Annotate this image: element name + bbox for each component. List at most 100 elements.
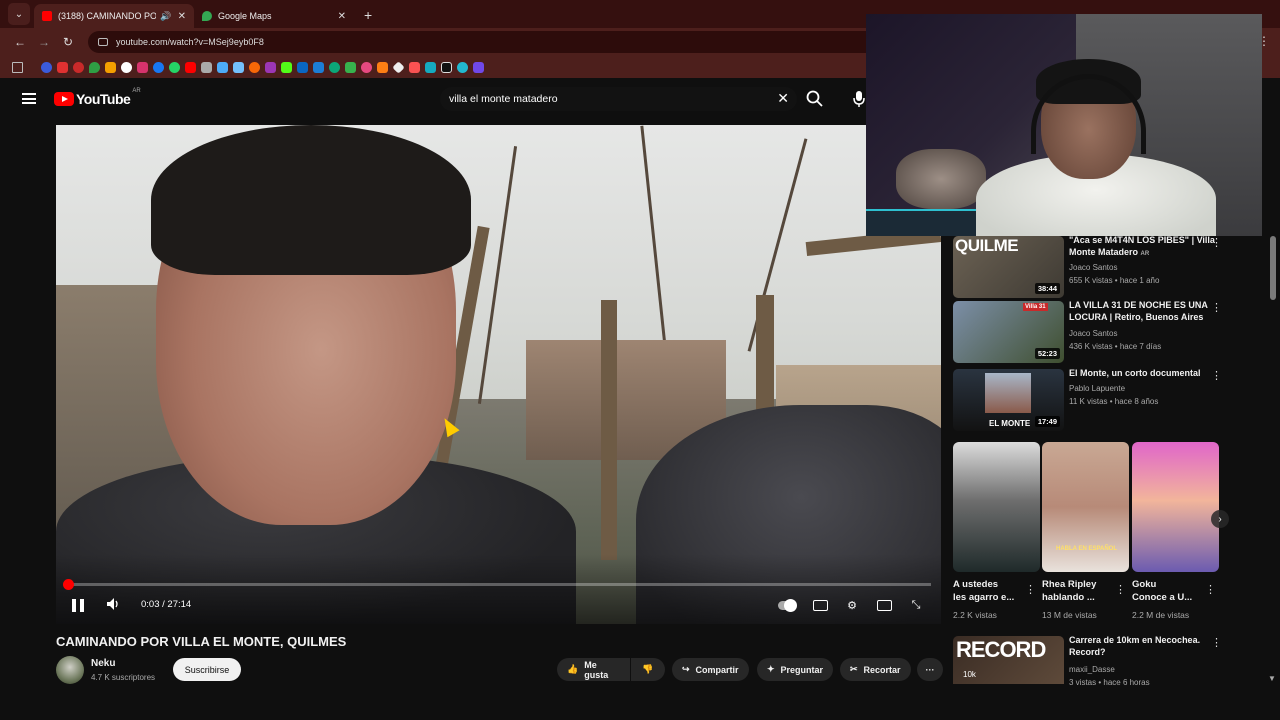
video-thumbnail[interactable]: EL MONTE 17:49 (953, 369, 1064, 431)
site-info-icon[interactable] (98, 38, 108, 46)
tab-youtube[interactable]: (3188) CAMINANDO POR V 🔊 ✕ (34, 4, 194, 28)
apps-grid-icon[interactable] (12, 61, 23, 73)
bookmark-icon[interactable] (392, 60, 405, 74)
thumbnail-text: RECORD (956, 637, 1046, 662)
video-player[interactable]: 0:03 / 27:14 ⚙ ⤡ (56, 125, 941, 624)
bookmark-icon[interactable] (217, 61, 228, 73)
more-vert-icon[interactable]: ⋮ (1025, 583, 1036, 596)
reload-icon[interactable]: ↻ (56, 35, 80, 49)
youtube-logo[interactable]: YouTube AR (54, 88, 141, 107)
progress-bar[interactable] (62, 579, 931, 590)
more-actions-button[interactable]: ··· (917, 658, 943, 681)
ask-button[interactable]: ✦ Preguntar (757, 658, 834, 681)
channel-name[interactable]: Joaco Santos (1069, 329, 1117, 338)
bookmark-icon[interactable] (57, 61, 68, 73)
video-thumbnail[interactable]: QUILME 38:44 (953, 236, 1064, 298)
video-thumbnail[interactable]: RECORD 10k (953, 636, 1064, 684)
channel-name[interactable]: maxii_Dasse (1069, 665, 1115, 674)
scrubber-handle[interactable] (62, 579, 74, 590)
twitch-icon[interactable] (265, 61, 276, 73)
back-icon[interactable]: ← (8, 35, 32, 49)
forward-icon[interactable]: → (32, 35, 56, 49)
bookmark-icon[interactable] (425, 61, 436, 73)
scrollbar-thumb[interactable] (1270, 236, 1276, 300)
subscriber-count: 4.7 K suscriptores (91, 673, 156, 682)
thumbs-up-icon: 👍 (567, 664, 579, 674)
bookmark-icon[interactable] (377, 61, 388, 73)
video-thumbnail[interactable]: Villa 31 52:23 (953, 301, 1064, 363)
channel-name[interactable]: Neku (91, 658, 115, 669)
bookmark-icon[interactable] (457, 61, 468, 73)
settings-gear-icon[interactable]: ⚙ (843, 597, 861, 613)
bookmark-icon[interactable] (233, 61, 244, 73)
short-caption: HABLA EN ESPAÑOL (1056, 546, 1118, 552)
like-label: Me gusta (584, 659, 609, 680)
tab-google-maps[interactable]: Google Maps ✕ (194, 4, 354, 28)
bookmark-icon[interactable] (329, 61, 340, 73)
bookmark-icon[interactable] (121, 61, 132, 73)
bookmark-icon[interactable] (201, 61, 212, 73)
more-vert-icon[interactable]: ⋮ (1211, 301, 1222, 314)
scissors-icon: ✂ (850, 664, 858, 674)
more-vert-icon[interactable]: ⋮ (1211, 369, 1222, 382)
clear-search-icon[interactable]: ✕ (777, 90, 789, 107)
facebook-icon[interactable] (153, 61, 164, 73)
channel-avatar[interactable] (56, 656, 84, 684)
close-tab-icon[interactable]: ✕ (178, 11, 186, 22)
more-vert-icon[interactable]: ⋮ (1211, 636, 1222, 649)
kick-icon[interactable] (281, 61, 292, 73)
bookmark-icon[interactable] (41, 61, 52, 73)
dislike-button[interactable]: 👎 (631, 658, 665, 681)
short-views: 2.2 M de vistas (1132, 610, 1190, 620)
chevron-right-icon[interactable]: › (1211, 510, 1229, 528)
new-tab-button[interactable]: + (364, 7, 372, 23)
short-thumbnail[interactable] (953, 442, 1040, 572)
clip-button[interactable]: ✂ Recortar (840, 658, 911, 681)
more-vert-icon[interactable]: ⋮ (1211, 236, 1222, 249)
bookmark-icon[interactable] (73, 61, 84, 73)
menu-icon[interactable] (22, 93, 36, 104)
bookmark-icon[interactable] (249, 61, 260, 73)
autoplay-toggle[interactable] (778, 597, 797, 613)
microphone-icon[interactable] (852, 90, 866, 108)
time-display: 0:03 / 27:14 (141, 599, 192, 610)
more-vert-icon[interactable]: ⋮ (1205, 583, 1216, 596)
short-thumbnail[interactable]: HABLA EN ESPAÑOL (1042, 442, 1129, 572)
scroll-down-icon[interactable]: ▼ (1268, 674, 1276, 683)
tab-search-button[interactable]: ⌄ (8, 3, 30, 25)
thumbnail-text: Villa 31 (1023, 303, 1048, 311)
video-title: "Aca se M4T4N LOS PIBES" | Villa Monte M… (1069, 235, 1215, 257)
subscribe-button[interactable]: Suscribirse (173, 658, 241, 681)
x-twitter-icon[interactable] (441, 61, 452, 73)
miniplayer-icon[interactable] (875, 597, 893, 613)
instagram-icon[interactable] (137, 61, 148, 73)
speaker-icon[interactable]: 🔊 (160, 11, 171, 22)
youtube-bookmark-icon[interactable] (185, 61, 196, 73)
search-input[interactable]: villa el monte matadero ✕ (440, 87, 797, 111)
fullscreen-icon[interactable]: ⤡ (907, 597, 925, 613)
bookmark-icon[interactable] (313, 61, 324, 73)
bookmark-icon[interactable] (105, 61, 116, 73)
bookmark-icon[interactable] (345, 61, 356, 73)
more-vert-icon[interactable]: ⋮ (1115, 583, 1126, 596)
pause-icon[interactable] (72, 599, 84, 612)
channel-name[interactable]: Joaco Santos (1069, 263, 1117, 272)
like-button[interactable]: 👍 Me gusta (557, 658, 630, 681)
pinterest-icon[interactable] (361, 61, 372, 73)
close-tab-icon[interactable]: ✕ (338, 11, 346, 22)
thumbs-down-icon: 👎 (642, 664, 654, 674)
volume-icon[interactable] (106, 597, 120, 611)
bookmark-icon[interactable] (409, 61, 420, 73)
bookmark-icon[interactable] (473, 61, 484, 73)
search-icon[interactable] (805, 89, 825, 109)
channel-name[interactable]: Pablo Lapuente (1069, 384, 1125, 393)
short-thumbnail[interactable] (1132, 442, 1219, 572)
shorts-shelf: HABLA EN ESPAÑOL › A ustedes les agarro e… (953, 442, 1233, 632)
subtitles-icon[interactable] (811, 597, 829, 613)
share-label: Compartir (695, 664, 739, 675)
linkedin-icon[interactable] (297, 61, 308, 73)
whatsapp-icon[interactable] (169, 61, 180, 73)
share-button[interactable]: ↪ Compartir (672, 658, 749, 681)
maps-bookmark-icon[interactable] (89, 61, 100, 73)
video-title: Carrera de 10km en Necochea. Record? (1069, 635, 1201, 657)
